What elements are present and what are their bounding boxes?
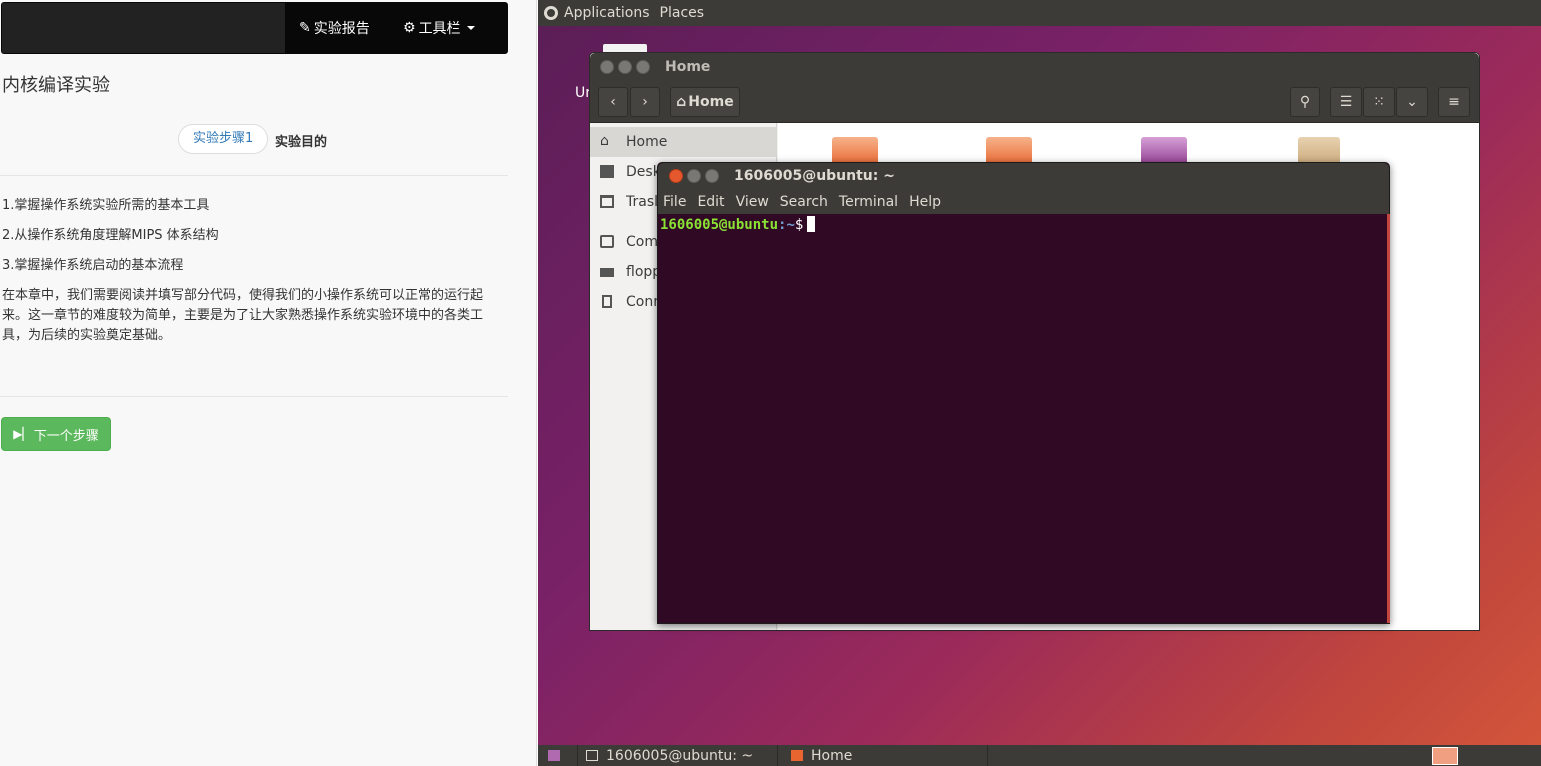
chevron-left-icon: ‹ <box>610 94 616 110</box>
text-cursor <box>807 216 816 232</box>
menu-edit[interactable]: Edit <box>697 194 724 210</box>
location-label: Home <box>688 94 734 110</box>
sidebar-item-home[interactable]: ⌂ Home <box>590 127 776 157</box>
scrollbar[interactable] <box>1387 214 1390 623</box>
home-icon: ⌂ <box>676 94 687 110</box>
terminal-output[interactable]: 1606005@ubuntu:~$ <box>658 214 1387 623</box>
description-paragraph: 在本章中，我们需要阅读并填写部分代码，使得我们的小操作系统可以正常的运行起来。这… <box>2 288 484 343</box>
prompt-user: 1606005@ubuntu <box>660 217 779 233</box>
taskbar-item-terminal[interactable]: 1606005@ubuntu: ~ <box>578 745 778 766</box>
menu-button[interactable]: ≡ <box>1438 87 1470 117</box>
chevron-right-icon: › <box>642 94 648 110</box>
menu-search[interactable]: Search <box>780 194 828 210</box>
search-icon: ⚲ <box>1299 94 1311 110</box>
sidebar-item-label: Home <box>626 134 668 150</box>
vm-desktop[interactable]: Applications Places Ur Home ‹ › ⌂ Home ⚲… <box>538 0 1541 766</box>
file-manager-toolbar: ‹ › ⌂ Home ⚲ ☰ ⁙ ⌄ ≡ <box>590 81 1479 123</box>
next-step-button[interactable]: ▶▏ 下一个步骤 <box>1 417 111 451</box>
terminal-title: 1606005@ubuntu: ~ <box>734 168 895 184</box>
next-step-label: 下一个步骤 <box>33 428 99 444</box>
terminal-titlebar[interactable]: 1606005@ubuntu: ~ <box>658 163 1389 190</box>
goal-item: 2.从操作系统角度理解MIPS 体系结构 <box>2 228 219 243</box>
workspace-1[interactable] <box>1432 746 1458 765</box>
file-manager-title: Home <box>665 59 711 75</box>
chevron-down-icon <box>466 26 475 30</box>
goal-item: 3.掌握操作系统启动的基本流程 <box>2 258 184 273</box>
divider <box>0 175 508 176</box>
sidebar-item-label: Desk <box>626 164 661 180</box>
terminal-menubar: File Edit View Search Terminal Help <box>658 190 1389 214</box>
forward-button[interactable]: › <box>630 87 660 117</box>
top-navbar: ✎ 实验报告 ⚙ 工具栏 <box>1 2 508 54</box>
list-icon: ☰ <box>1339 94 1353 110</box>
drive-icon <box>600 235 614 248</box>
menu-file[interactable]: File <box>663 194 686 210</box>
top-panel: Applications Places <box>538 0 1541 26</box>
prompt-path: :~ <box>778 217 795 233</box>
minimize-icon[interactable] <box>618 60 632 74</box>
grid-view-button[interactable]: ⁙ <box>1363 87 1395 117</box>
workspace-switcher[interactable] <box>1432 745 1462 766</box>
show-desktop-button[interactable] <box>538 745 578 766</box>
applications-menu[interactable]: Applications <box>564 5 650 21</box>
gear-icon: ⚙ <box>403 20 416 36</box>
prompt-symbol: $ <box>794 217 804 233</box>
file-manager-icon <box>791 750 803 761</box>
places-menu[interactable]: Places <box>660 5 705 21</box>
lab-guide-panel: ✎ 实验报告 ⚙ 工具栏 内核编译实验 实验步骤1 实验目的 1.掌握操作系统实… <box>0 0 537 766</box>
chevron-down-icon: ⌄ <box>1406 94 1418 110</box>
step-pill-tab[interactable]: 实验步骤1 <box>178 124 269 154</box>
sidebar-item-label: flopp <box>626 264 662 280</box>
step-content: 1.掌握操作系统实验所需的基本工具 2.从操作系统角度理解MIPS 体系结构 3… <box>2 196 508 346</box>
report-nav-button[interactable]: ✎ 实验报告 <box>285 3 389 53</box>
desktop-icon <box>548 750 560 761</box>
home-icon: ⌂ <box>600 133 609 149</box>
bottom-panel: 1606005@ubuntu: ~ Home <box>538 745 1541 766</box>
floppy-icon <box>600 268 614 277</box>
ubuntu-logo-icon <box>544 6 558 20</box>
folder-icon <box>600 165 614 178</box>
taskbar-item-home[interactable]: Home <box>783 745 988 766</box>
sidebar-item-label: Trasl <box>626 194 659 210</box>
page-title: 内核编译实验 <box>2 75 110 96</box>
terminal-icon <box>586 750 598 761</box>
hamburger-icon: ≡ <box>1448 94 1460 110</box>
divider <box>0 396 508 397</box>
menu-terminal[interactable]: Terminal <box>839 194 898 210</box>
sidebar-item-label: Com <box>626 234 658 250</box>
grid-icon: ⁙ <box>1373 94 1385 110</box>
taskbar-item-label: Home <box>811 747 853 764</box>
taskbar-item-label: 1606005@ubuntu: ~ <box>606 747 754 764</box>
pencil-icon: ✎ <box>299 20 311 36</box>
terminal-window: 1606005@ubuntu: ~ File Edit View Search … <box>657 162 1390 624</box>
back-button[interactable]: ‹ <box>598 87 628 117</box>
close-icon[interactable] <box>600 60 614 74</box>
toolbar-dropdown[interactable]: ⚙ 工具栏 <box>389 3 507 53</box>
toolbar-dropdown-label: 工具栏 <box>418 21 461 37</box>
trash-icon <box>600 195 614 208</box>
search-button[interactable]: ⚲ <box>1290 87 1320 117</box>
location-home-button[interactable]: ⌂ Home <box>670 87 740 117</box>
report-nav-label: 实验报告 <box>313 21 370 37</box>
close-icon[interactable] <box>669 169 683 183</box>
maximize-icon[interactable] <box>705 169 719 183</box>
step-heading: 实验目的 <box>275 135 328 150</box>
menu-help[interactable]: Help <box>909 194 941 210</box>
minimize-icon[interactable] <box>687 169 701 183</box>
network-icon <box>602 295 612 308</box>
menu-view[interactable]: View <box>736 194 769 210</box>
goal-item: 1.掌握操作系统实验所需的基本工具 <box>2 198 210 213</box>
view-options-button[interactable]: ⌄ <box>1396 87 1428 117</box>
maximize-icon[interactable] <box>636 60 650 74</box>
list-view-button[interactable]: ☰ <box>1330 87 1362 117</box>
step-forward-icon: ▶▏ <box>13 427 32 441</box>
file-manager-titlebar[interactable]: Home <box>590 53 1479 81</box>
